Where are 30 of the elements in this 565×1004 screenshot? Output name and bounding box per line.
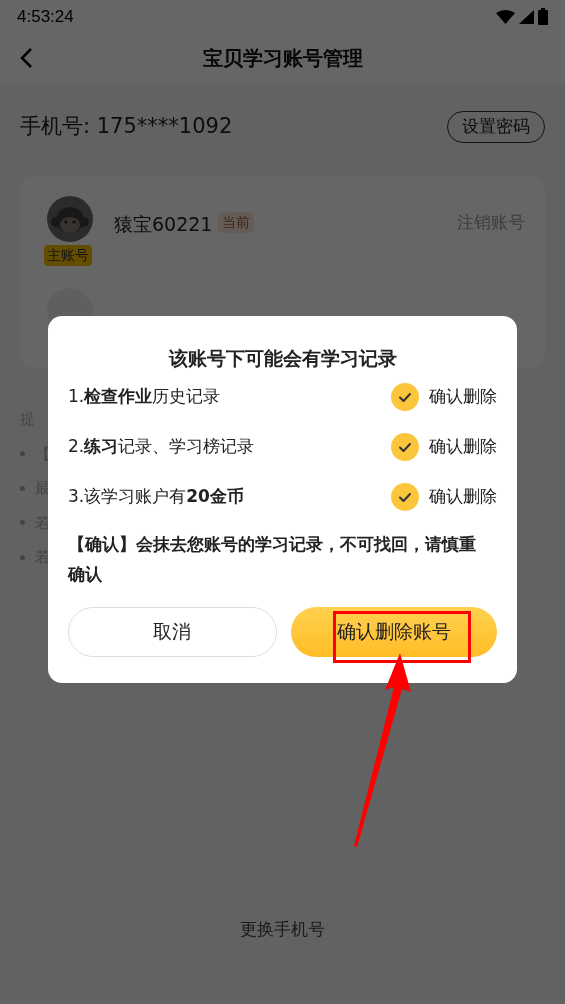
record-item: 2.练习记录、学习榜记录	[68, 434, 255, 458]
bullet-icon	[20, 554, 25, 560]
record-item: 1.检查作业历史记录	[68, 384, 221, 408]
tip-text: 【	[35, 443, 50, 465]
check-icon[interactable]	[391, 382, 419, 411]
signal-icon	[519, 9, 534, 24]
status-time: 4:53:24	[17, 5, 74, 28]
main-account-badge: 主账号	[44, 245, 92, 266]
account-name: 猿宝60221	[114, 212, 213, 237]
record-item: 3.该学习账户有20金币	[68, 484, 244, 508]
change-phone-link[interactable]: 更换手机号	[240, 916, 325, 942]
cancel-button[interactable]: 取消	[68, 606, 277, 657]
page-title: 宝贝学习账号管理	[202, 45, 363, 72]
warning-text: 【确认】会抹去您账号的学习记录，不可找回，请慎重确认	[68, 532, 477, 586]
bullet-icon	[20, 485, 25, 491]
bullet-icon	[20, 520, 25, 526]
wifi-icon	[496, 9, 515, 24]
battery-icon	[538, 8, 548, 25]
check-icon[interactable]	[391, 432, 419, 461]
monkey-avatar-icon	[47, 196, 93, 242]
dialog-title: 该账号下可能会有学习记录	[168, 346, 397, 371]
confirm-delete-label: 确认删除	[429, 384, 497, 408]
phone-number: 手机号: 175****1092	[20, 113, 233, 141]
confirm-delete-button[interactable]: 确认删除账号	[290, 606, 497, 657]
confirm-delete-label: 确认删除	[429, 434, 497, 458]
bullet-icon	[20, 451, 25, 457]
back-icon[interactable]	[19, 47, 33, 69]
current-tag: 当前	[218, 212, 255, 233]
confirm-delete-label: 确认删除	[429, 484, 497, 508]
check-icon[interactable]	[391, 482, 419, 511]
